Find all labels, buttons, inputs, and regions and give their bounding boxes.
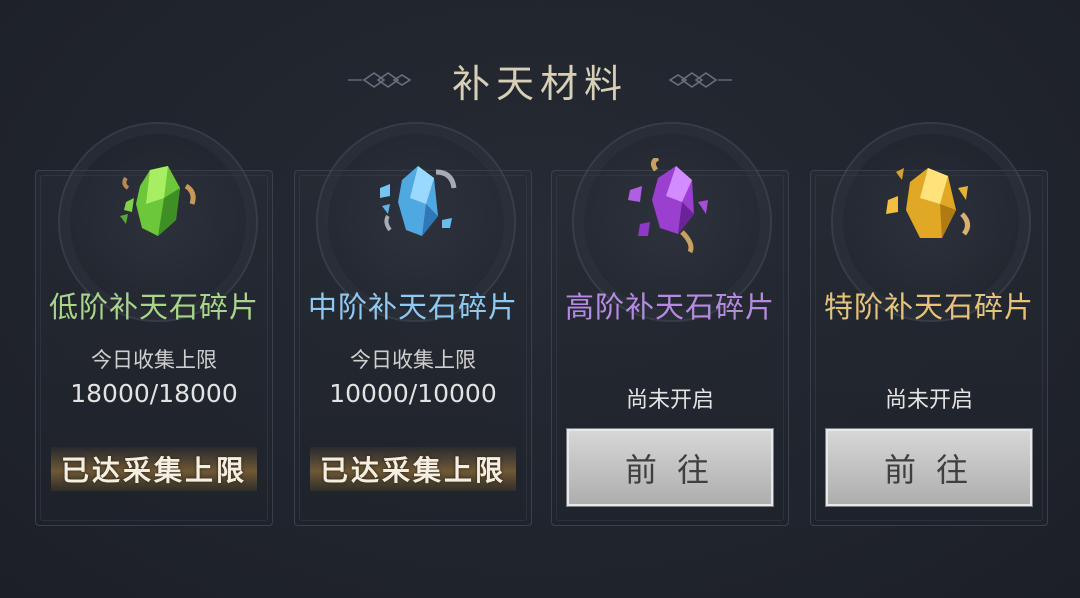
limit-reached-text: 已达采集上限 [50, 447, 257, 491]
status-text: 尚未开启 [625, 388, 714, 413]
limit-reached-badge: 已达采集上限 [294, 446, 532, 492]
right-ornament-icon [668, 72, 732, 88]
page-title: 补天材料 [451, 61, 628, 106]
material-name: 低阶补天石碎片 [48, 290, 259, 324]
status-text: 尚未开启 [884, 388, 973, 413]
purple-crystal-icon [628, 158, 708, 254]
left-ornament-icon [347, 72, 412, 88]
materials-panel: 补天材料 低阶补天石碎片 今日收集上限 18000/18000 已达采集上限 中… [0, 0, 1080, 598]
material-name: 特阶补天石碎片 [823, 290, 1034, 324]
material-name: 中阶补天石碎片 [307, 290, 518, 324]
gold-crystal-icon [886, 168, 970, 238]
limit-value: 10000/10000 [329, 379, 497, 408]
limit-reached-text: 已达采集上限 [309, 447, 516, 491]
limit-label: 今日收集上限 [350, 348, 476, 372]
limit-label: 今日收集上限 [91, 348, 217, 372]
green-crystal-icon [120, 166, 196, 236]
goto-button[interactable]: 前往 [567, 429, 773, 506]
limit-value: 18000/18000 [70, 379, 238, 408]
goto-button[interactable]: 前往 [826, 429, 1032, 506]
title-row: 补天材料 [0, 52, 1080, 108]
material-name: 高阶补天石碎片 [564, 290, 775, 324]
blue-crystal-icon [380, 166, 457, 236]
limit-reached-badge: 已达采集上限 [35, 446, 273, 492]
